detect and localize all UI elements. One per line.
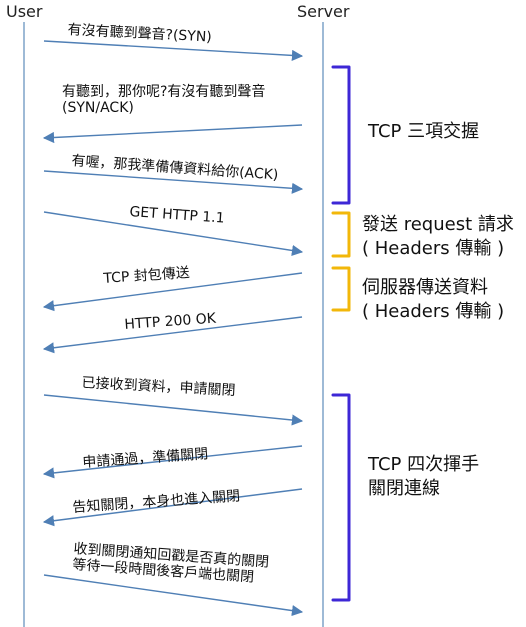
phase-response-label: 伺服器傳送資料 ( Headers 傳輸 ) bbox=[362, 277, 505, 323]
bracket-response bbox=[331, 266, 351, 312]
arrow-syn-ack bbox=[42, 124, 303, 144]
bracket-teardown bbox=[331, 393, 351, 602]
bracket-handshake bbox=[331, 65, 351, 205]
phase-handshake-label: TCP 三項交握 bbox=[368, 121, 480, 142]
arrow-close-request bbox=[43, 394, 304, 426]
server-heading: Server bbox=[297, 2, 350, 21]
user-heading: User bbox=[6, 2, 43, 21]
tcp-sequence-diagram: User Server 有沒有聽到聲音?(SYN) 有聽到，那你呢?有沒有聽到聲… bbox=[0, 0, 526, 627]
bracket-request bbox=[331, 211, 351, 258]
phase-request-label: 發送 request 請求 ( Headers 傳輸 ) bbox=[362, 214, 514, 260]
phase-teardown-label: TCP 四次揮手 關閉連線 bbox=[368, 454, 480, 500]
message-syn-ack-label: 有聽到，那你呢?有沒有聽到聲音 (SYN/ACK) bbox=[62, 84, 266, 116]
